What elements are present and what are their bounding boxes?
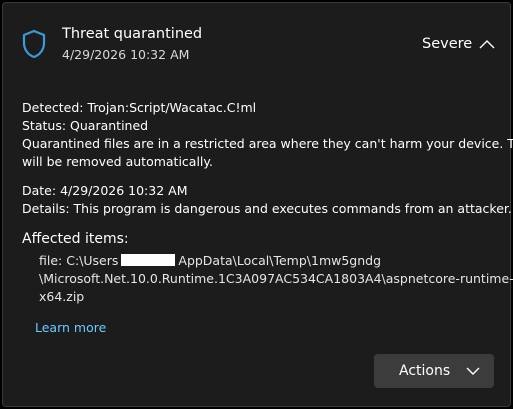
detected-value: Trojan:Script/Wacatac.C!ml	[87, 100, 257, 115]
path-line3: x64.zip	[39, 289, 85, 304]
path-line2: \Microsoft.Net.10.0.Runtime.1C3A097AC534…	[39, 271, 513, 286]
date-label: Date:	[22, 183, 57, 198]
date-row: Date: 4/29/2026 10:32 AM	[22, 182, 500, 200]
chevron-down-icon	[466, 367, 480, 375]
status-description-line1: Quarantined files are in a restricted ar…	[22, 136, 513, 151]
details-value: This program is dangerous and executes c…	[73, 201, 512, 216]
status-label: Status:	[22, 118, 67, 133]
notification-title: Threat quarantined	[62, 26, 203, 42]
path-prefix: file: C:\Users	[39, 253, 119, 268]
chevron-up-icon[interactable]	[477, 37, 497, 51]
status-row: Status: Quarantined	[22, 117, 500, 135]
details-label: Details:	[22, 201, 70, 216]
affected-items-heading: Affected items:	[22, 231, 129, 247]
path-line1: file: C:\Users AppData\Local\Temp\1mw5gnd…	[39, 252, 513, 270]
status-value: Quarantined	[70, 118, 149, 133]
notification-timestamp: 4/29/2026 10:32 AM	[62, 47, 190, 62]
redacted-username	[121, 254, 176, 266]
date-value: 4/29/2026 10:32 AM	[60, 183, 188, 198]
threat-details: Detected: Trojan:Script/Wacatac.C!ml Sta…	[22, 99, 513, 218]
learn-more-link[interactable]: Learn more	[35, 320, 106, 335]
details-row: Details: This program is dangerous and e…	[22, 200, 512, 218]
status-description-line2: will be removed automatically.	[22, 154, 213, 169]
shield-icon	[22, 29, 46, 59]
path-line1-rest: AppData\Local\Temp\1mw5gndg	[178, 253, 382, 268]
threat-notification-panel: Threat quarantined 4/29/2026 10:32 AM Se…	[2, 2, 513, 407]
severity-label: Severe	[422, 36, 473, 52]
actions-label: Actions	[399, 363, 451, 379]
detected-row: Detected: Trojan:Script/Wacatac.C!ml	[22, 99, 500, 117]
actions-button[interactable]: Actions	[374, 354, 494, 388]
affected-file-path: file: C:\Users AppData\Local\Temp\1mw5gnd…	[39, 252, 513, 306]
detected-label: Detected:	[22, 100, 84, 115]
